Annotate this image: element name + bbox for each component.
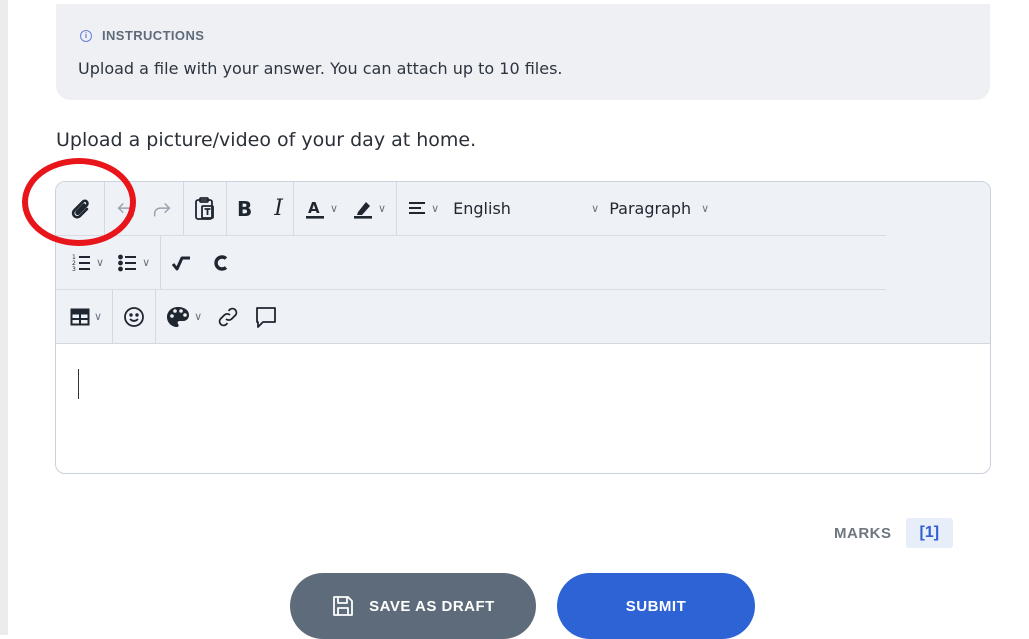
chevron-down-icon: ∨ — [591, 202, 600, 215]
instructions-text: Upload a file with your answer. You can … — [78, 59, 563, 78]
math-button[interactable] — [171, 248, 191, 278]
redo-button[interactable] — [151, 194, 173, 224]
paragraph-group: ∨ English ∨ Paragraph ∨ — [397, 182, 719, 235]
chevron-down-icon: ∨ — [431, 202, 440, 215]
paste-text-icon — [195, 196, 214, 220]
save-draft-label: SAVE AS DRAFT — [369, 597, 495, 615]
bullet-list-button[interactable]: ∨ — [118, 248, 150, 278]
emoji-group — [113, 290, 157, 343]
marks-display: MARKS [1] — [834, 518, 954, 548]
bold-button[interactable]: B — [237, 194, 252, 224]
format-group: B I — [227, 182, 294, 235]
text-cursor — [78, 369, 79, 399]
language-dropdown[interactable]: English — [453, 194, 573, 224]
instructions-panel: i INSTRUCTIONS Upload a file with your a… — [56, 4, 990, 100]
chevron-down-icon: ∨ — [329, 202, 339, 215]
comment-icon — [256, 306, 277, 328]
editor-toolbar: B I A ∨ ∨ ∨ English ∨ Paragraph ∨ 1 2 3 … — [56, 182, 990, 344]
left-edge — [0, 0, 8, 635]
instructions-header: i INSTRUCTIONS — [80, 28, 204, 43]
paste-text-button[interactable] — [194, 194, 216, 224]
emoji-icon — [124, 306, 144, 327]
rich-text-editor: B I A ∨ ∨ ∨ English ∨ Paragraph ∨ 1 2 3 … — [55, 181, 991, 474]
marks-label: MARKS — [834, 524, 892, 542]
highlight-icon — [354, 201, 373, 219]
save-icon — [333, 596, 354, 616]
chemistry-icon — [214, 254, 228, 271]
submit-label: SUBMIT — [625, 597, 687, 615]
link-icon — [218, 307, 238, 326]
redo-icon — [153, 202, 171, 216]
font-color-icon: A — [305, 199, 324, 219]
paste-group — [184, 182, 227, 235]
chevron-down-icon: ∨ — [94, 310, 103, 323]
attach-button[interactable] — [70, 194, 94, 224]
table-icon — [70, 308, 90, 325]
misc-group: ∨ — [156, 290, 288, 343]
chemistry-button[interactable] — [213, 248, 229, 278]
chevron-down-icon: ∨ — [194, 310, 203, 323]
italic-icon: I — [274, 196, 283, 221]
save-draft-button[interactable]: SAVE AS DRAFT — [290, 573, 536, 639]
align-button[interactable]: ∨ — [407, 194, 439, 224]
undo-button[interactable] — [115, 194, 137, 224]
list-group: 123 ∨ ∨ — [56, 236, 162, 289]
link-button[interactable] — [216, 302, 240, 332]
toolbar-row-2: 123 ∨ ∨ — [56, 236, 886, 290]
submit-button[interactable]: SUBMIT — [557, 573, 755, 639]
italic-button[interactable]: I — [274, 194, 283, 224]
chevron-down-icon: ∨ — [701, 202, 710, 215]
svg-text:A: A — [308, 199, 320, 217]
undo-icon — [117, 202, 134, 220]
block-format-dropdown[interactable]: ∨ Paragraph ∨ — [587, 194, 709, 224]
svg-text:3: 3 — [72, 266, 76, 273]
numbered-list-icon: 123 — [72, 254, 90, 273]
chevron-down-icon: ∨ — [96, 256, 105, 269]
attach-group — [56, 182, 105, 235]
font-color-button[interactable]: A ∨ — [304, 194, 338, 224]
attach-icon — [71, 199, 89, 218]
chevron-down-icon: ∨ — [378, 202, 387, 215]
toolbar-row-1: B I A ∨ ∨ ∨ English ∨ Paragraph ∨ — [56, 182, 886, 236]
question-text: Upload a picture/video of your day at ho… — [56, 129, 477, 151]
chevron-down-icon: ∨ — [142, 256, 151, 269]
bold-icon: B — [237, 196, 253, 221]
editor-content[interactable] — [56, 344, 990, 472]
table-button[interactable]: ∨ — [70, 302, 102, 332]
palette-button[interactable]: ∨ — [166, 302, 202, 332]
color-group: A ∨ ∨ — [294, 182, 398, 235]
math-group — [161, 236, 239, 289]
language-value: English — [453, 199, 511, 218]
emoji-button[interactable] — [123, 302, 145, 332]
align-icon — [409, 201, 426, 214]
bullet-list-icon — [118, 254, 137, 271]
numbered-list-button[interactable]: 123 ∨ — [72, 248, 104, 278]
block-format-value: Paragraph — [609, 199, 692, 218]
comment-button[interactable] — [254, 302, 278, 332]
info-icon: i — [80, 29, 92, 42]
math-icon — [171, 256, 191, 270]
table-group: ∨ — [56, 290, 114, 343]
history-group — [105, 182, 184, 235]
highlight-button[interactable]: ∨ — [352, 194, 386, 224]
toolbar-row-3: ∨ ∨ — [56, 290, 288, 343]
instructions-title: INSTRUCTIONS — [102, 28, 205, 43]
palette-icon — [167, 306, 190, 327]
marks-value: [1] — [905, 518, 954, 548]
